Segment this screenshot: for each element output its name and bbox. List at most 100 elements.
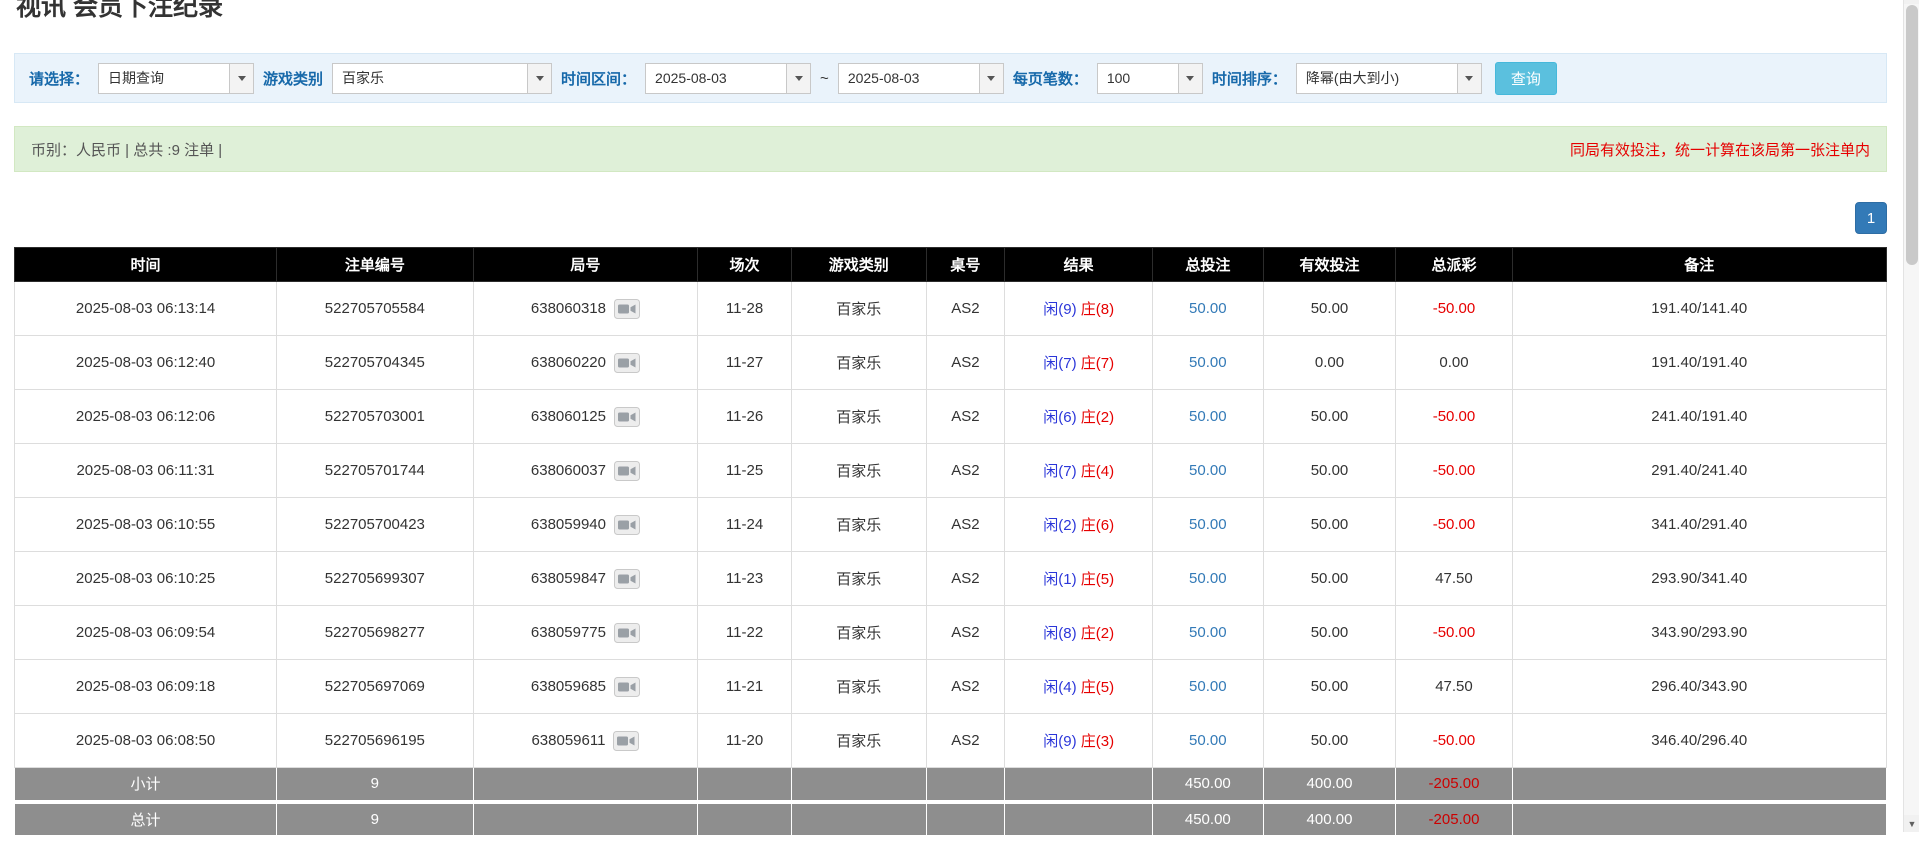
video-replay-button[interactable]: [613, 352, 640, 373]
round-id: 638059847: [472, 551, 699, 606]
total-empty-cell: [1004, 799, 1154, 836]
date-range-tilde: ~: [820, 69, 829, 87]
player-result: 闲(9): [1043, 733, 1077, 750]
banker-result: 庄(4): [1080, 463, 1115, 480]
total-payout: -205.00: [1395, 799, 1513, 836]
round-id: 638060220: [472, 335, 699, 390]
subtotal-empty-cell: [697, 767, 792, 802]
date-to-dropdown[interactable]: 2025-08-03: [837, 62, 1004, 94]
bet-record-row: 2025-08-03 06:12:40 522705704345 638060220…: [13, 335, 1888, 390]
session: 11-20: [697, 713, 792, 768]
vertical-scrollbar[interactable]: ▲ ▼: [1903, 0, 1919, 832]
page-size-arrow-button[interactable]: [1177, 62, 1203, 94]
page-title: 视讯 会员下注纪录: [16, 0, 223, 21]
video-replay-button[interactable]: [613, 406, 640, 427]
page-size-dropdown[interactable]: 100: [1096, 62, 1203, 94]
valid-bet: 50.00: [1262, 605, 1397, 660]
total-count: 9: [276, 799, 474, 836]
summary-bar: 币别：人民币 | 总共 :9 注单 | 同局有效投注，统一计算在该局第一张注单内: [14, 126, 1887, 172]
column-header: 桌号: [925, 247, 1006, 282]
total-bet[interactable]: 50.00: [1152, 659, 1264, 714]
column-header: 有效投注: [1262, 247, 1397, 282]
bet-time: 2025-08-03 06:09:18: [13, 659, 278, 714]
scrollbar-thumb[interactable]: [1906, 5, 1918, 265]
round-id: 638059775: [472, 605, 699, 660]
date-to-arrow-button[interactable]: [978, 62, 1004, 94]
chevron-down-icon: [987, 75, 996, 81]
video-replay-button[interactable]: [613, 460, 640, 481]
total-empty-cell: [697, 799, 792, 836]
payout: -50.00: [1395, 281, 1513, 336]
valid-bet: 50.00: [1262, 443, 1397, 498]
page-1-button[interactable]: 1: [1855, 202, 1887, 234]
video-replay-button[interactable]: [613, 676, 640, 697]
sort-value[interactable]: 降幂(由大到小): [1295, 62, 1458, 94]
scroll-up-icon[interactable]: ▲: [1904, 0, 1919, 4]
video-replay-button[interactable]: [613, 298, 640, 319]
game-type-dropdown[interactable]: 百家乐: [332, 62, 553, 94]
total-bet[interactable]: 50.00: [1152, 605, 1264, 660]
total-row: 总计 9 450.00 400.00 -205.00: [13, 799, 1888, 836]
table-id: AS2: [925, 335, 1006, 390]
subtotal-empty-cell: [472, 767, 699, 802]
column-header: 局号: [472, 247, 699, 282]
round-number: 638059940: [530, 516, 606, 533]
chevron-down-icon: [535, 75, 544, 81]
video-replay-button[interactable]: [613, 622, 640, 643]
player-result: 闲(8): [1043, 625, 1077, 642]
query-type-arrow-button[interactable]: [229, 62, 255, 94]
date-from-value[interactable]: 2025-08-03: [645, 62, 788, 94]
video-replay-button[interactable]: [613, 514, 640, 535]
total-empty-cell: [790, 799, 927, 836]
player-result: 闲(7): [1043, 463, 1077, 480]
bet-time: 2025-08-03 06:10:55: [13, 497, 278, 552]
page-size-value[interactable]: 100: [1096, 62, 1179, 94]
sort-arrow-button[interactable]: [1456, 62, 1482, 94]
table-body: 2025-08-03 06:13:14 522705705584 638060318…: [13, 281, 1888, 768]
sort-dropdown[interactable]: 降幂(由大到小): [1295, 62, 1482, 94]
subtotal-valid-bet: 400.00: [1262, 767, 1397, 802]
bet-id: 522705698277: [276, 605, 474, 660]
total-bet[interactable]: 50.00: [1152, 281, 1264, 336]
bet-time: 2025-08-03 06:08:50: [13, 713, 278, 768]
query-type-value[interactable]: 日期查询: [98, 62, 231, 94]
date-from-arrow-button[interactable]: [786, 62, 812, 94]
video-replay-button[interactable]: [613, 730, 640, 751]
sort-label: 时间排序：: [1211, 70, 1287, 88]
player-result: 闲(9): [1043, 301, 1077, 318]
date-from-dropdown[interactable]: 2025-08-03: [645, 62, 812, 94]
session: 11-25: [697, 443, 792, 498]
total-bet[interactable]: 50.00: [1152, 389, 1264, 444]
video-replay-button[interactable]: [613, 568, 640, 589]
total-bet[interactable]: 50.00: [1152, 551, 1264, 606]
bet-id: 522705703001: [276, 389, 474, 444]
result: 闲(4) 庄(5): [1004, 659, 1154, 714]
date-to-value[interactable]: 2025-08-03: [837, 62, 980, 94]
remark: 191.40/191.40: [1511, 335, 1888, 390]
banker-result: 庄(5): [1080, 679, 1115, 696]
search-button[interactable]: 查询: [1494, 61, 1557, 95]
scroll-down-icon[interactable]: ▼: [1904, 815, 1919, 832]
total-bet[interactable]: 50.00: [1152, 497, 1264, 552]
bet-id: 522705704345: [276, 335, 474, 390]
subtotal-empty-cell: [1004, 767, 1154, 802]
filter-bar: 请选择： 日期查询 游戏类别 百家乐 时间区间： 2025-08-03 ~ 20…: [14, 53, 1887, 103]
round-number: 638060318: [530, 300, 606, 317]
bet-record-row: 2025-08-03 06:09:18 522705697069 638059685…: [13, 659, 1888, 714]
game-type-arrow-button[interactable]: [527, 62, 553, 94]
subtotal-empty-cell: [925, 767, 1006, 802]
bet-id: 522705697069: [276, 659, 474, 714]
chevron-down-icon: [794, 75, 803, 81]
total-bet[interactable]: 50.00: [1152, 335, 1264, 390]
bet-record-row: 2025-08-03 06:10:25 522705699307 638059847…: [13, 551, 1888, 606]
remark: 346.40/296.40: [1511, 713, 1888, 768]
payout: -50.00: [1395, 713, 1513, 768]
total-empty-cell: [472, 799, 699, 836]
column-header: 时间: [13, 247, 278, 282]
game-type-value[interactable]: 百家乐: [332, 62, 529, 94]
total-bet[interactable]: 50.00: [1152, 443, 1264, 498]
total-bet[interactable]: 50.00: [1152, 713, 1264, 768]
query-type-dropdown[interactable]: 日期查询: [98, 62, 255, 94]
round-number: 638060125: [530, 408, 606, 425]
game-type: 百家乐: [790, 281, 927, 336]
